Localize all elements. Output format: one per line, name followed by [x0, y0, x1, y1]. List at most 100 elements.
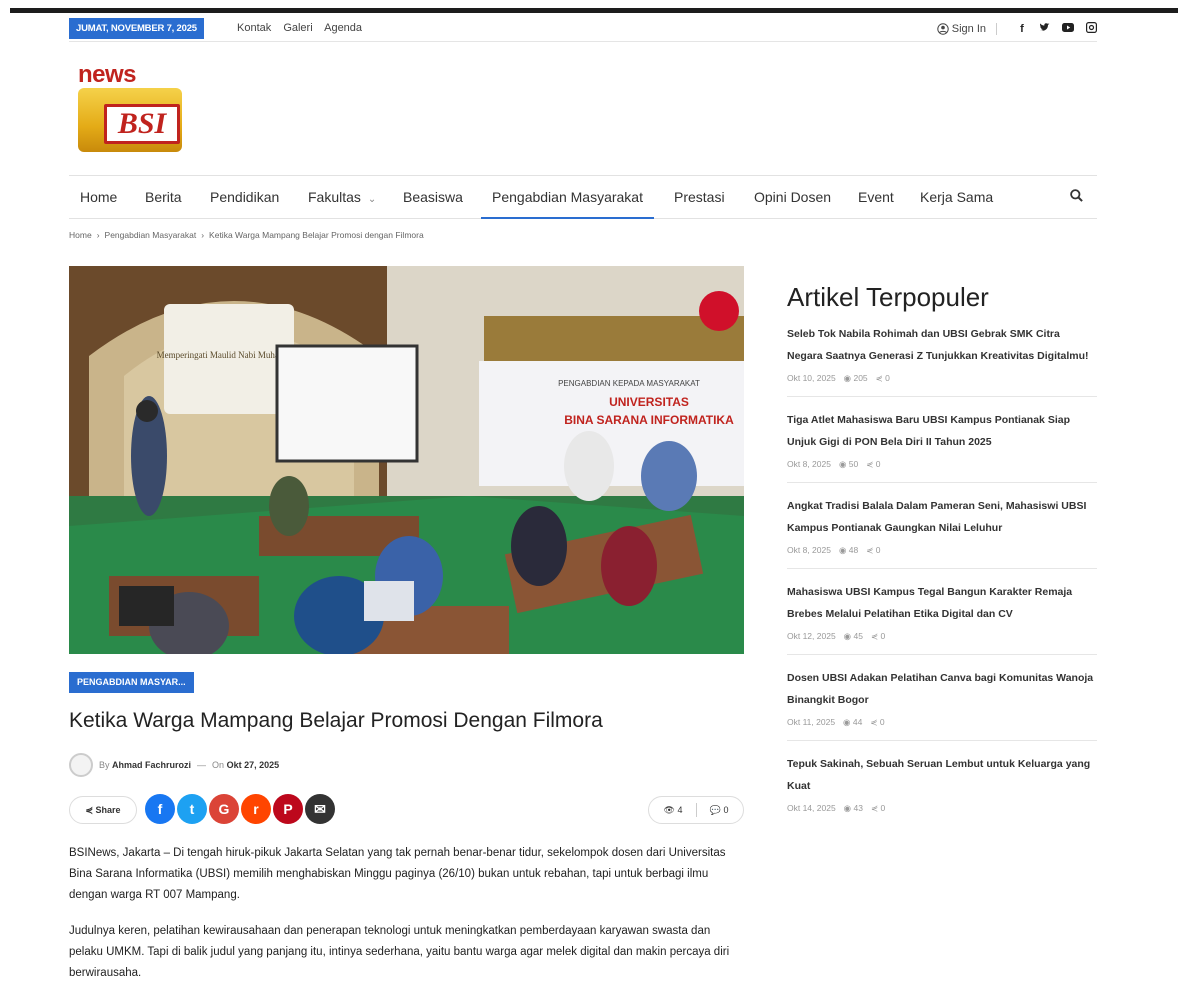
- logo-bsi-text: BSI: [104, 104, 180, 144]
- popular-item-date: Okt 12, 2025: [787, 631, 836, 641]
- chevron-down-icon: ⌄: [367, 194, 377, 205]
- nav-item-kerja-sama[interactable]: Kerja Sama: [920, 176, 993, 219]
- author-name[interactable]: Ahmad Fachrurozi: [112, 760, 191, 770]
- views-count: 4: [677, 804, 683, 815]
- views-value: 50: [848, 459, 859, 469]
- shares-value: 0: [885, 373, 890, 383]
- breadcrumb-category[interactable]: Pengabdian Masyarakat: [105, 230, 197, 240]
- views-value: 43: [853, 803, 863, 813]
- breadcrumb-home[interactable]: Home: [69, 230, 92, 240]
- logo-box: BSI: [78, 88, 182, 152]
- popular-item-views: ◉ 43: [844, 803, 863, 814]
- eye-icon: ◉: [843, 631, 852, 641]
- share-row: ⋞ Share f t G r P ✉ 👁 4 💬 0: [69, 793, 744, 827]
- banner-right-big1: UNIVERSITAS: [609, 395, 689, 409]
- share-icon: ⋞: [870, 631, 879, 641]
- sign-in-link[interactable]: Sign In: [937, 22, 997, 35]
- popular-item-shares: ⋞ 0: [866, 545, 880, 556]
- google-share-icon[interactable]: G: [209, 794, 239, 824]
- top-link-agenda[interactable]: Agenda: [324, 22, 362, 34]
- share-label: Share: [95, 805, 121, 815]
- search-icon[interactable]: [1070, 176, 1083, 219]
- shares-value: 0: [880, 631, 886, 641]
- popular-item-shares: ⋞ 0: [871, 631, 885, 642]
- date-prefix: On: [212, 760, 225, 770]
- instagram-icon[interactable]: [1085, 21, 1097, 36]
- nav-item-beasiswa[interactable]: Beasiswa: [403, 176, 463, 219]
- views-value: 48: [848, 545, 859, 555]
- eye-icon: 👁: [663, 804, 675, 815]
- nav-item-pengabdian-masyarakat[interactable]: Pengabdian Masyarakat: [481, 176, 654, 219]
- stats-divider: [695, 803, 697, 817]
- featured-image: Memperingati Maulid Nabi Muhammad PENGAB…: [69, 266, 744, 654]
- top-accent-bar: [10, 8, 1178, 13]
- popular-item-date: Okt 14, 2025: [787, 803, 836, 813]
- popular-item-title[interactable]: Dosen UBSI Adakan Pelatihan Canva bagi K…: [787, 667, 1097, 711]
- nav-item-opini-dosen[interactable]: Opini Dosen: [754, 176, 831, 219]
- popular-item[interactable]: Tiga Atlet Mahasiswa Baru UBSI Kampus Po…: [787, 409, 1097, 483]
- popular-item-meta: Okt 8, 2025 ◉ 50 ⋞ 0: [787, 459, 1097, 470]
- views-value: 205: [853, 373, 868, 383]
- email-share-icon[interactable]: ✉: [305, 794, 335, 824]
- popular-item-meta: Okt 8, 2025 ◉ 48 ⋞ 0: [787, 545, 1097, 556]
- popular-item[interactable]: Seleb Tok Nabila Rohimah dan UBSI Gebrak…: [787, 323, 1097, 397]
- popular-item-title[interactable]: Mahasiswa UBSI Kampus Tegal Bangun Karak…: [787, 581, 1097, 625]
- article-paragraph-1: BSINews, Jakarta – Di tengah hiruk-pikuk…: [69, 847, 726, 901]
- twitter-share-icon[interactable]: t: [177, 794, 207, 824]
- nav-item-berita[interactable]: Berita: [145, 176, 182, 219]
- popular-item[interactable]: Dosen UBSI Adakan Pelatihan Canva bagi K…: [787, 667, 1097, 741]
- comment-icon: 💬: [709, 804, 721, 815]
- nav-item-pendidikan[interactable]: Pendidikan: [210, 176, 279, 219]
- popular-item-date: Okt 8, 2025: [787, 459, 831, 469]
- popular-item[interactable]: Tepuk Sakinah, Sebuah Seruan Lembut untu…: [787, 753, 1097, 826]
- popular-item-title[interactable]: Tepuk Sakinah, Sebuah Seruan Lembut untu…: [787, 753, 1097, 797]
- popular-item-meta: Okt 10, 2025 ◉ 205 ⋞ 0: [787, 373, 1097, 384]
- popular-item-shares: ⋞ 0: [871, 803, 885, 814]
- popular-item-views: ◉ 45: [844, 631, 863, 642]
- article-title: Ketika Warga Mampang Belajar Promosi Den…: [69, 709, 603, 732]
- comments-stat[interactable]: 💬 0: [710, 805, 729, 816]
- share-icon: ⋞: [870, 717, 878, 727]
- eye-icon: ◉: [838, 545, 847, 555]
- reddit-share-icon[interactable]: r: [241, 794, 271, 824]
- youtube-icon[interactable]: [1062, 22, 1074, 35]
- views-value: 44: [852, 717, 863, 727]
- author-avatar[interactable]: [69, 753, 93, 777]
- popular-item[interactable]: Mahasiswa UBSI Kampus Tegal Bangun Karak…: [787, 581, 1097, 655]
- share-button[interactable]: ⋞ Share: [69, 796, 137, 824]
- user-icon: [937, 22, 949, 35]
- popular-item-title[interactable]: Seleb Tok Nabila Rohimah dan UBSI Gebrak…: [787, 323, 1097, 367]
- nav-item-home[interactable]: Home: [80, 176, 117, 219]
- main-nav: Home Berita Pendidikan Fakultas ⌄ Beasis…: [69, 175, 1097, 219]
- popular-item-date: Okt 8, 2025: [787, 545, 831, 555]
- twitter-icon[interactable]: [1039, 22, 1051, 35]
- facebook-share-icon[interactable]: f: [145, 794, 175, 824]
- top-link-galeri[interactable]: Galeri: [283, 22, 312, 34]
- top-link-kontak[interactable]: Kontak: [237, 22, 271, 34]
- popular-item-title[interactable]: Tiga Atlet Mahasiswa Baru UBSI Kampus Po…: [787, 409, 1097, 453]
- meta-separator: —: [197, 760, 207, 770]
- nav-item-fakultas[interactable]: Fakultas ⌄: [308, 176, 376, 219]
- breadcrumb-separator-icon: ›: [96, 230, 100, 240]
- pinterest-share-icon[interactable]: P: [273, 794, 303, 824]
- twitter-bird-shape: [1039, 22, 1050, 31]
- views-stat: 👁 4: [664, 805, 683, 816]
- nav-item-event[interactable]: Event: [858, 176, 894, 219]
- popular-item-date: Okt 11, 2025: [787, 717, 836, 727]
- category-badge[interactable]: PENGABDIAN MASYAR...: [69, 672, 194, 693]
- share-icon: ⋞: [866, 459, 874, 469]
- share-icon: ⋞: [85, 805, 93, 815]
- top-links: Kontak Galeri Agenda: [237, 18, 371, 39]
- featured-photo-illustration: Memperingati Maulid Nabi Muhammad PENGAB…: [69, 266, 744, 654]
- site-logo[interactable]: news BSI: [78, 63, 184, 156]
- banner-right-big2: BINA SARANA INFORMATIKA: [564, 413, 734, 427]
- article-date: Okt 27, 2025: [226, 760, 280, 770]
- facebook-icon[interactable]: f: [1016, 23, 1028, 35]
- popular-item-views: ◉ 44: [843, 717, 862, 728]
- popular-item-title[interactable]: Angkat Tradisi Balala Dalam Pameran Seni…: [787, 495, 1097, 539]
- shares-value: 0: [875, 459, 881, 469]
- popular-item[interactable]: Angkat Tradisi Balala Dalam Pameran Seni…: [787, 495, 1097, 569]
- nav-item-prestasi[interactable]: Prestasi: [674, 176, 725, 219]
- popular-item-views: ◉ 205: [844, 373, 868, 384]
- top-bar: JUMAT, NOVEMBER 7, 2025 Kontak Galeri Ag…: [69, 18, 1097, 42]
